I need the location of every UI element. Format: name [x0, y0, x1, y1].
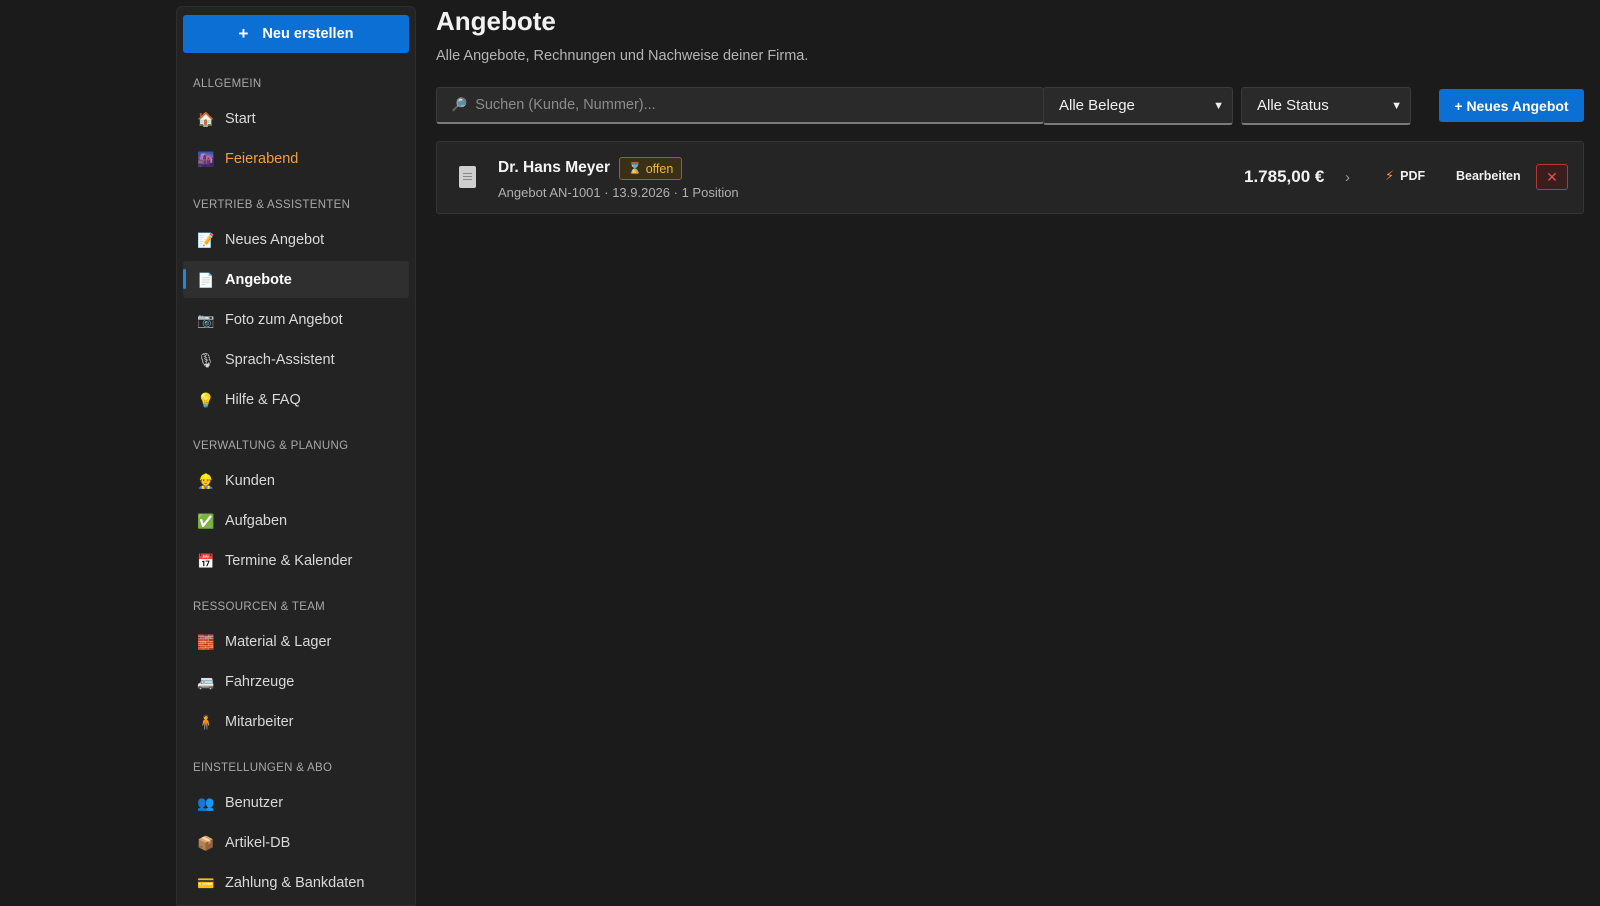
- offer-meta: Angebot AN-1001 · 13.9.2026 · 1 Position: [498, 185, 739, 200]
- sidebar-item-label: Feierabend: [225, 150, 299, 167]
- van-icon: 🚐: [197, 673, 215, 690]
- sidebar-item-label: Neues Angebot: [225, 231, 325, 248]
- document-icon: 📄: [197, 271, 215, 288]
- package-icon: 📦: [197, 834, 215, 851]
- person-icon: 🧍: [197, 713, 215, 730]
- users-icon: 👥: [197, 794, 215, 811]
- offer-amount: 1.785,00 €: [1244, 167, 1325, 186]
- chevron-down-icon: ▼: [1213, 99, 1224, 112]
- sidebar-item-label: Kunden: [225, 472, 275, 489]
- status-badge-label: offen: [645, 161, 674, 176]
- new-create-button[interactable]: + Neu erstellen: [183, 15, 409, 53]
- bricks-icon: 🧱: [197, 633, 215, 650]
- offer-card[interactable]: Dr. Hans Meyer ⌛ offen Angebot AN-1001 ·…: [436, 141, 1584, 214]
- sidebar-item-label: Termine & Kalender: [225, 552, 353, 569]
- search-input[interactable]: 🔎 Suchen (Kunde, Nummer)...: [436, 87, 1044, 124]
- search-placeholder: Suchen (Kunde, Nummer)...: [475, 97, 656, 113]
- close-icon: ✕: [1546, 168, 1558, 185]
- status-select[interactable]: Alle Status ▼: [1241, 87, 1411, 125]
- sidebar-item-neues-angebot[interactable]: 📝 Neues Angebot: [183, 221, 409, 258]
- camera-icon: 📷: [197, 311, 215, 328]
- sidebar-item-label: Foto zum Angebot: [225, 311, 343, 328]
- sidebar-item-angebote[interactable]: 📄 Angebote: [183, 261, 409, 298]
- sidebar-item-label: Start: [225, 110, 256, 127]
- sidebar-item-benutzer[interactable]: 👥 Benutzer: [183, 784, 409, 821]
- sidebar-item-label: Aufgaben: [225, 512, 288, 529]
- sidebar-item-label: Benutzer: [225, 794, 284, 811]
- sidebar-item-label: Mitarbeiter: [225, 713, 294, 730]
- sidebar-item-label: Angebote: [225, 271, 292, 288]
- document-icon: [459, 166, 476, 188]
- status-value: Alle Status: [1257, 97, 1329, 114]
- lightbulb-icon: 💡: [197, 391, 215, 408]
- sidebar-item-mitarbeiter[interactable]: 🧍 Mitarbeiter: [183, 703, 409, 740]
- sidebar-item-termine-kalender[interactable]: 📅 Termine & Kalender: [183, 542, 409, 579]
- memo-icon: 📝: [197, 231, 215, 248]
- sidebar-item-foto-zum-angebot[interactable]: 📷 Foto zum Angebot: [183, 301, 409, 338]
- hourglass-icon: ⌛: [628, 163, 642, 175]
- sidebar: + Neu erstellen Allgemein 🏠 Start 🌆 Feierabe…: [176, 6, 416, 906]
- sidebar-item-label: Artikel-DB: [225, 834, 291, 851]
- sidebar-item-label: Sprach-Assistent: [225, 351, 335, 368]
- chevron-down-icon: ▼: [1391, 99, 1402, 112]
- sidebar-item-hilfe-faq[interactable]: 💡 Hilfe & FAQ: [183, 381, 409, 418]
- plus-icon: +: [238, 24, 249, 43]
- section-title: Ressourcen & Team: [193, 601, 326, 613]
- edit-button[interactable]: Bearbeiten: [1456, 169, 1521, 183]
- new-offer-button[interactable]: + Neues Angebot: [1439, 89, 1584, 122]
- microphone-icon: 🎙: [197, 351, 215, 368]
- sidebar-item-artikel-db[interactable]: 📦 Artikel-DB: [183, 824, 409, 861]
- search-icon: 🔎: [451, 97, 468, 112]
- sidebar-item-aufgaben[interactable]: ✅ Aufgaben: [183, 502, 409, 539]
- offer-customer: Dr. Hans Meyer: [498, 159, 610, 176]
- checkmark-icon: ✅: [197, 512, 215, 529]
- new-create-label: Neu erstellen: [262, 26, 354, 42]
- section-title: Allgemein: [193, 78, 262, 90]
- worker-icon: 👷: [197, 472, 215, 489]
- status-badge: ⌛ offen: [619, 157, 683, 180]
- sidebar-item-feierabend[interactable]: 🌆 Feierabend: [183, 140, 409, 177]
- document-type-select[interactable]: Alle Belege ▼: [1043, 87, 1233, 125]
- house-icon: 🏠: [197, 110, 215, 127]
- credit-card-icon: 💳: [197, 874, 215, 891]
- sidebar-item-label: Material & Lager: [225, 633, 332, 650]
- sidebar-item-fahrzeuge[interactable]: 🚐 Fahrzeuge: [183, 663, 409, 700]
- document-type-value: Alle Belege: [1059, 97, 1135, 114]
- sidebar-item-material-lager[interactable]: 🧱 Material & Lager: [183, 623, 409, 660]
- sidebar-item-sprach-assistent[interactable]: 🎙 Sprach-Assistent: [183, 341, 409, 378]
- delete-button[interactable]: ✕: [1536, 164, 1568, 190]
- section-title: Einstellungen & Abo: [193, 762, 333, 774]
- evening-icon: 🌆: [197, 150, 215, 167]
- sidebar-nav: Allgemein 🏠 Start 🌆 Feierabend Vertrieb & Ass…: [183, 78, 409, 901]
- sidebar-item-kunden[interactable]: 👷 Kunden: [183, 462, 409, 499]
- section-title: Vertrieb & Assistenten: [193, 199, 351, 211]
- sidebar-item-zahlung-bankdaten[interactable]: 💳 Zahlung & Bankdaten: [183, 864, 409, 901]
- sidebar-item-start[interactable]: 🏠 Start: [183, 100, 409, 137]
- chevron-right-icon[interactable]: ›: [1345, 169, 1350, 186]
- sidebar-item-label: Fahrzeuge: [225, 673, 295, 690]
- pdf-label: PDF: [1400, 169, 1426, 183]
- page-title: Angebote: [436, 6, 556, 36]
- calendar-icon: 📅: [197, 552, 215, 569]
- section-title: Verwaltung & Planung: [193, 440, 349, 452]
- pdf-button[interactable]: ⚡ PDF: [1385, 168, 1425, 184]
- sidebar-item-label: Hilfe & FAQ: [225, 391, 301, 408]
- page-subtitle: Alle Angebote, Rechnungen und Nachweise …: [436, 48, 809, 64]
- lightning-icon: ⚡: [1385, 168, 1395, 183]
- sidebar-item-label: Zahlung & Bankdaten: [225, 874, 365, 891]
